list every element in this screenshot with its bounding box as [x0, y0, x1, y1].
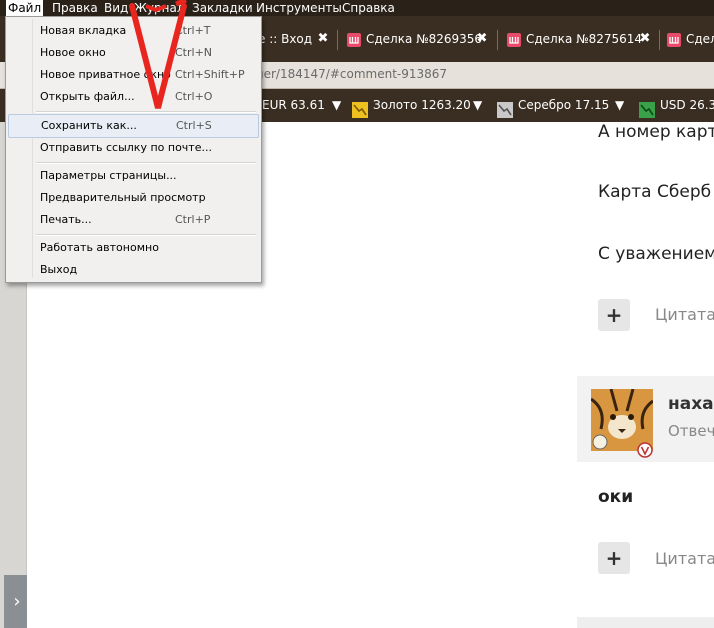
tab-deal-partial[interactable]: Сделк	[667, 24, 714, 54]
tab-title: Сделка №8275614	[526, 32, 643, 46]
menu-tools[interactable]: Инструменты	[254, 0, 344, 16]
menu-item-label: Новая вкладка	[40, 24, 127, 37]
menu-item-open-file[interactable]: Открыть файл... Ctrl+O	[8, 86, 257, 108]
close-icon[interactable]: ✖	[638, 24, 652, 54]
menu-item-new-window[interactable]: Новое окно Ctrl+N	[8, 42, 257, 64]
reply-text: оки	[598, 487, 634, 507]
close-icon[interactable]: ✖	[475, 24, 489, 54]
tab-login[interactable]: е :: Вход ✖	[258, 24, 330, 54]
verified-badge-icon	[637, 442, 653, 462]
menu-item-shortcut: Ctrl+S	[176, 119, 212, 132]
menu-item-label: Параметры страницы...	[40, 169, 177, 182]
close-icon[interactable]: ✖	[316, 24, 330, 54]
menu-item-label: Новое окно	[40, 46, 106, 59]
add-quote-button[interactable]: +	[598, 542, 630, 574]
menu-item-print-preview[interactable]: Предварительный просмотр	[8, 187, 257, 209]
chevron-down-icon[interactable]: ▼	[615, 89, 624, 122]
menu-separator	[36, 162, 256, 164]
deal-favicon-icon	[507, 32, 521, 47]
quote-label: EUR 63.61	[262, 98, 325, 112]
comment-text-line: А номер карт	[598, 122, 714, 142]
quote-eur[interactable]: EUR 63.61	[262, 89, 325, 122]
menu-item-label: Работать автономно	[40, 241, 159, 254]
trend-down-green-icon	[639, 98, 655, 118]
menu-help[interactable]: Справка	[340, 0, 397, 16]
comment-card: нахал Отвеч	[577, 376, 714, 462]
deal-favicon-icon	[667, 32, 681, 47]
tab-separator	[337, 30, 338, 50]
menu-item-print[interactable]: Печать... Ctrl+P	[8, 209, 257, 231]
menu-item-work-offline[interactable]: Работать автономно	[8, 237, 257, 259]
trend-down-yellow-icon	[352, 98, 368, 118]
menu-item-page-setup[interactable]: Параметры страницы...	[8, 165, 257, 187]
tab-separator	[497, 30, 498, 50]
tab-deal-8275614[interactable]: Сделка №8275614 ✖	[507, 24, 652, 54]
menu-item-send-link[interactable]: Отправить ссылку по почте...	[8, 137, 257, 159]
menu-item-shortcut: Ctrl+O	[175, 90, 213, 103]
comment-text-line: С уважением	[598, 244, 714, 264]
quote-link[interactable]: Цитата	[655, 549, 714, 568]
quote-silver[interactable]: Серебро 17.15	[497, 89, 609, 122]
menu-separator	[36, 111, 256, 113]
menu-item-shortcut: Ctrl+Shift+P	[175, 68, 245, 81]
menu-item-label: Открыть файл...	[40, 90, 135, 103]
author-name[interactable]: нахал	[668, 394, 714, 414]
trend-down-gray-icon	[497, 98, 513, 118]
menu-item-exit[interactable]: Выход	[8, 259, 257, 281]
tab-title: Сделка №8269356	[366, 32, 483, 46]
tab-title: Сделк	[686, 32, 714, 46]
menu-item-label: Новое приватное окно	[40, 68, 171, 81]
author-subtitle: Отвеч	[668, 422, 714, 440]
menu-item-shortcut: Ctrl+N	[175, 46, 213, 59]
menu-item-label: Выход	[40, 263, 78, 276]
menu-file[interactable]: Файл	[6, 0, 44, 16]
menu-item-shortcut: Ctrl+P	[175, 213, 211, 226]
chevron-down-icon[interactable]: ▼	[332, 89, 341, 122]
menu-bookmarks[interactable]: Закладки	[190, 0, 255, 16]
menu-item-new-tab[interactable]: Новая вкладка Ctrl+T	[8, 20, 257, 42]
deal-favicon-icon	[347, 32, 361, 47]
quote-link[interactable]: Цитата	[655, 305, 714, 324]
menu-separator	[36, 234, 256, 236]
file-menu-dropdown: Новая вкладка Ctrl+T Новое окно Ctrl+N Н…	[5, 16, 262, 283]
quote-label: USD 26.31	[660, 98, 714, 112]
tab-deal-8269356[interactable]: Сделка №8269356 ✖	[347, 24, 489, 54]
next-comment-card	[577, 617, 714, 628]
menu-item-label: Отправить ссылку по почте...	[40, 141, 212, 154]
menu-item-label: Сохранить как...	[41, 119, 137, 132]
comment-text-line: Карта Сберб	[598, 182, 712, 202]
menu-bar: Файл Правка Вид Журнал Закладки Инструме…	[0, 0, 714, 16]
chevron-down-icon[interactable]: ▼	[473, 89, 482, 122]
quote-usd[interactable]: USD 26.31	[639, 89, 714, 122]
menu-view[interactable]: Вид	[102, 0, 130, 16]
tab-title: е :: Вход	[258, 32, 313, 46]
menu-item-shortcut: Ctrl+T	[175, 24, 211, 37]
menu-item-new-private-window[interactable]: Новое приватное окно Ctrl+Shift+P	[8, 64, 257, 86]
menu-item-label: Печать...	[40, 213, 92, 226]
menu-edit[interactable]: Правка	[50, 0, 100, 16]
menu-item-label: Предварительный просмотр	[40, 191, 206, 204]
quote-gold[interactable]: Золото 1263.20	[352, 89, 471, 122]
chevron-right-icon: ›	[13, 591, 21, 612]
menu-history[interactable]: Журнал	[132, 0, 187, 16]
url-text[interactable]: ger/184147/#comment-913867	[256, 67, 447, 81]
menu-item-save-as[interactable]: Сохранить как... Ctrl+S	[8, 114, 259, 138]
quote-label: Золото 1263.20	[373, 98, 471, 112]
quote-label: Серебро 17.15	[518, 98, 610, 112]
add-quote-button[interactable]: +	[598, 299, 630, 331]
tab-separator	[659, 30, 660, 50]
